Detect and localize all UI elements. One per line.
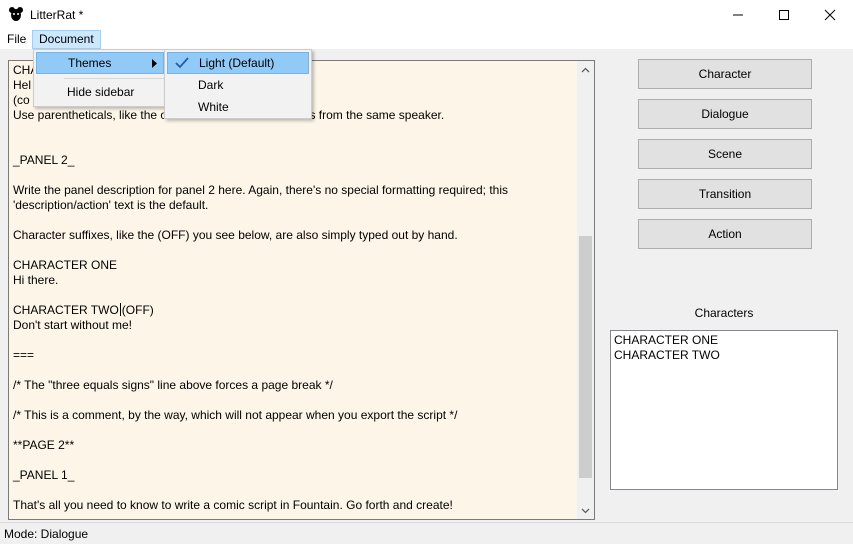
- menu-item-hide-sidebar[interactable]: Hide sidebar: [36, 81, 164, 103]
- editor-line: Hi there.: [13, 273, 59, 287]
- editor-line: Write the panel description for panel 2 …: [13, 183, 509, 197]
- chevron-down-icon: [581, 508, 590, 513]
- list-item[interactable]: CHARACTER ONE: [614, 333, 834, 348]
- menu-item-label: White: [198, 100, 229, 114]
- editor-line: /* The "three equals signs" line above f…: [13, 378, 333, 392]
- menu-item-theme-light[interactable]: Light (Default): [167, 52, 309, 74]
- menu-item-theme-dark[interactable]: Dark: [167, 74, 309, 96]
- scroll-up-button[interactable]: [577, 61, 594, 78]
- maximize-icon: [779, 10, 789, 20]
- close-icon: [824, 9, 836, 21]
- menu-item-theme-white[interactable]: White: [167, 96, 309, 118]
- scroll-thumb[interactable]: [579, 236, 592, 478]
- script-editor[interactable]: CHA Hel (co Use parentheticals, like the…: [8, 60, 595, 520]
- editor-scrollbar[interactable]: [577, 61, 594, 519]
- menu-item-themes[interactable]: Themes: [36, 52, 164, 74]
- character-button[interactable]: Character: [638, 59, 812, 89]
- chevron-up-icon: [581, 67, 590, 72]
- menu-separator: [64, 78, 164, 79]
- dialogue-button[interactable]: Dialogue: [638, 99, 812, 129]
- submenu-arrow-icon: [152, 53, 157, 75]
- editor-line: 'description/action' text is the default…: [13, 198, 209, 212]
- text-caret: [119, 303, 121, 316]
- editor-line: (OFF): [121, 303, 154, 317]
- themes-submenu: Light (Default) Dark White: [164, 49, 312, 119]
- editor-line: ===: [13, 348, 35, 362]
- editor-line: Use parentheticals, like the o: [13, 108, 168, 122]
- menu-item-label: Themes: [68, 56, 112, 70]
- editor-line: CHARACTER ONE: [13, 258, 118, 272]
- list-item[interactable]: CHARACTER TWO: [614, 348, 834, 363]
- editor-line: Character suffixes, like the (OFF) you s…: [13, 228, 458, 242]
- editor-line: Don't start without me!: [13, 318, 133, 332]
- close-button[interactable]: [807, 0, 853, 30]
- menu-item-label: Hide sidebar: [67, 85, 135, 99]
- characters-list[interactable]: CHARACTER ONE CHARACTER TWO: [610, 330, 838, 490]
- editor-line: **PAGE 2**: [13, 438, 75, 452]
- minimize-button[interactable]: [715, 0, 761, 30]
- characters-heading: Characters: [694, 306, 754, 320]
- editor-line: That's all you need to know to write a c…: [13, 498, 453, 512]
- editor-line: _PANEL 1_: [13, 468, 75, 482]
- editor-line: (co: [13, 93, 30, 107]
- menu-bar: File Document: [0, 30, 853, 49]
- action-button[interactable]: Action: [638, 219, 812, 249]
- editor-line: _PANEL 2_: [13, 153, 75, 167]
- menu-item-label: Light (Default): [199, 56, 275, 70]
- maximize-button[interactable]: [761, 0, 807, 30]
- minimize-icon: [733, 14, 743, 16]
- menu-document[interactable]: Document: [32, 30, 101, 49]
- document-menu: Themes Hide sidebar: [33, 49, 167, 107]
- checkmark-icon: [175, 57, 189, 69]
- title-bar: LitterRat *: [0, 0, 853, 30]
- editor-line: Hel: [13, 78, 32, 92]
- menu-file[interactable]: File: [1, 30, 32, 49]
- window-title: LitterRat *: [30, 8, 84, 22]
- editor-line: CHARACTER TWO: [13, 303, 119, 317]
- status-mode: Mode: Dialogue: [4, 527, 89, 541]
- editor-line: /* This is a comment, by the way, which …: [13, 408, 458, 422]
- editor-text[interactable]: CHA Hel (co Use parentheticals, like the…: [13, 63, 577, 513]
- menu-item-label: Dark: [198, 78, 224, 92]
- scroll-down-button[interactable]: [577, 502, 594, 519]
- scene-button[interactable]: Scene: [638, 139, 812, 169]
- status-bar: Mode: Dialogue: [0, 522, 853, 544]
- rat-icon: [9, 7, 23, 21]
- transition-button[interactable]: Transition: [638, 179, 812, 209]
